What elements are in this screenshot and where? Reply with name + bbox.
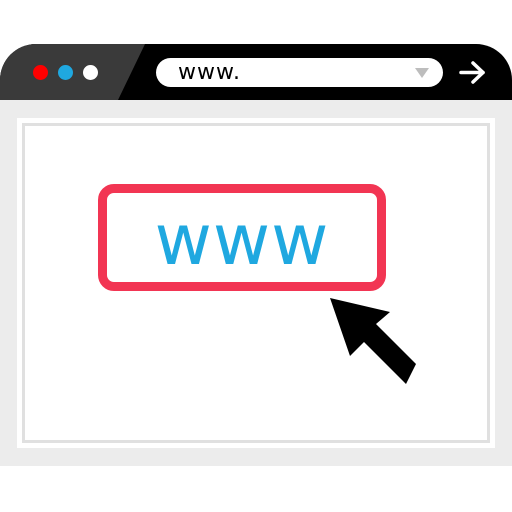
mouse-pointer-icon	[330, 298, 416, 384]
www-text: www	[154, 199, 330, 281]
minimize-button[interactable]	[58, 65, 73, 80]
title-bar: www.	[0, 44, 512, 100]
www-url-highlight[interactable]: www	[98, 184, 386, 291]
address-bar[interactable]: www.	[156, 58, 443, 87]
maximize-button[interactable]	[83, 65, 98, 80]
address-input-value[interactable]: www.	[178, 59, 241, 87]
chevron-down-icon[interactable]	[415, 68, 429, 78]
close-button[interactable]	[33, 65, 48, 80]
arrow-right-icon	[459, 61, 485, 84]
go-button[interactable]	[457, 58, 489, 87]
illustration: www. www	[0, 0, 512, 512]
